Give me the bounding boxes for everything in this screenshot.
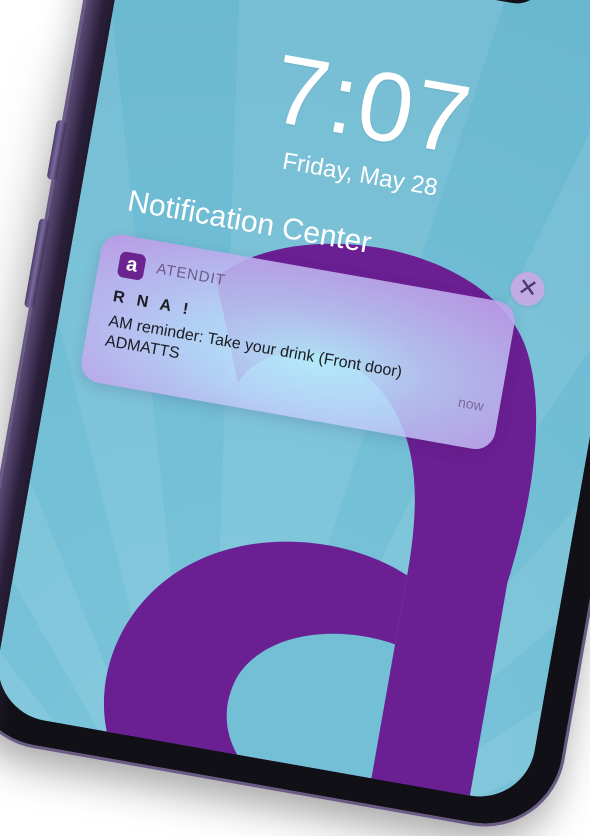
app-icon: a: [116, 250, 147, 281]
notification-app-name: ATENDIT: [155, 260, 228, 290]
screen-notch: [254, 0, 547, 8]
phone-frame: 7:07 Friday, May 28 Notification Center …: [0, 0, 590, 836]
notification-time: now: [457, 393, 486, 414]
lock-screen[interactable]: 7:07 Friday, May 28 Notification Center …: [0, 0, 590, 806]
